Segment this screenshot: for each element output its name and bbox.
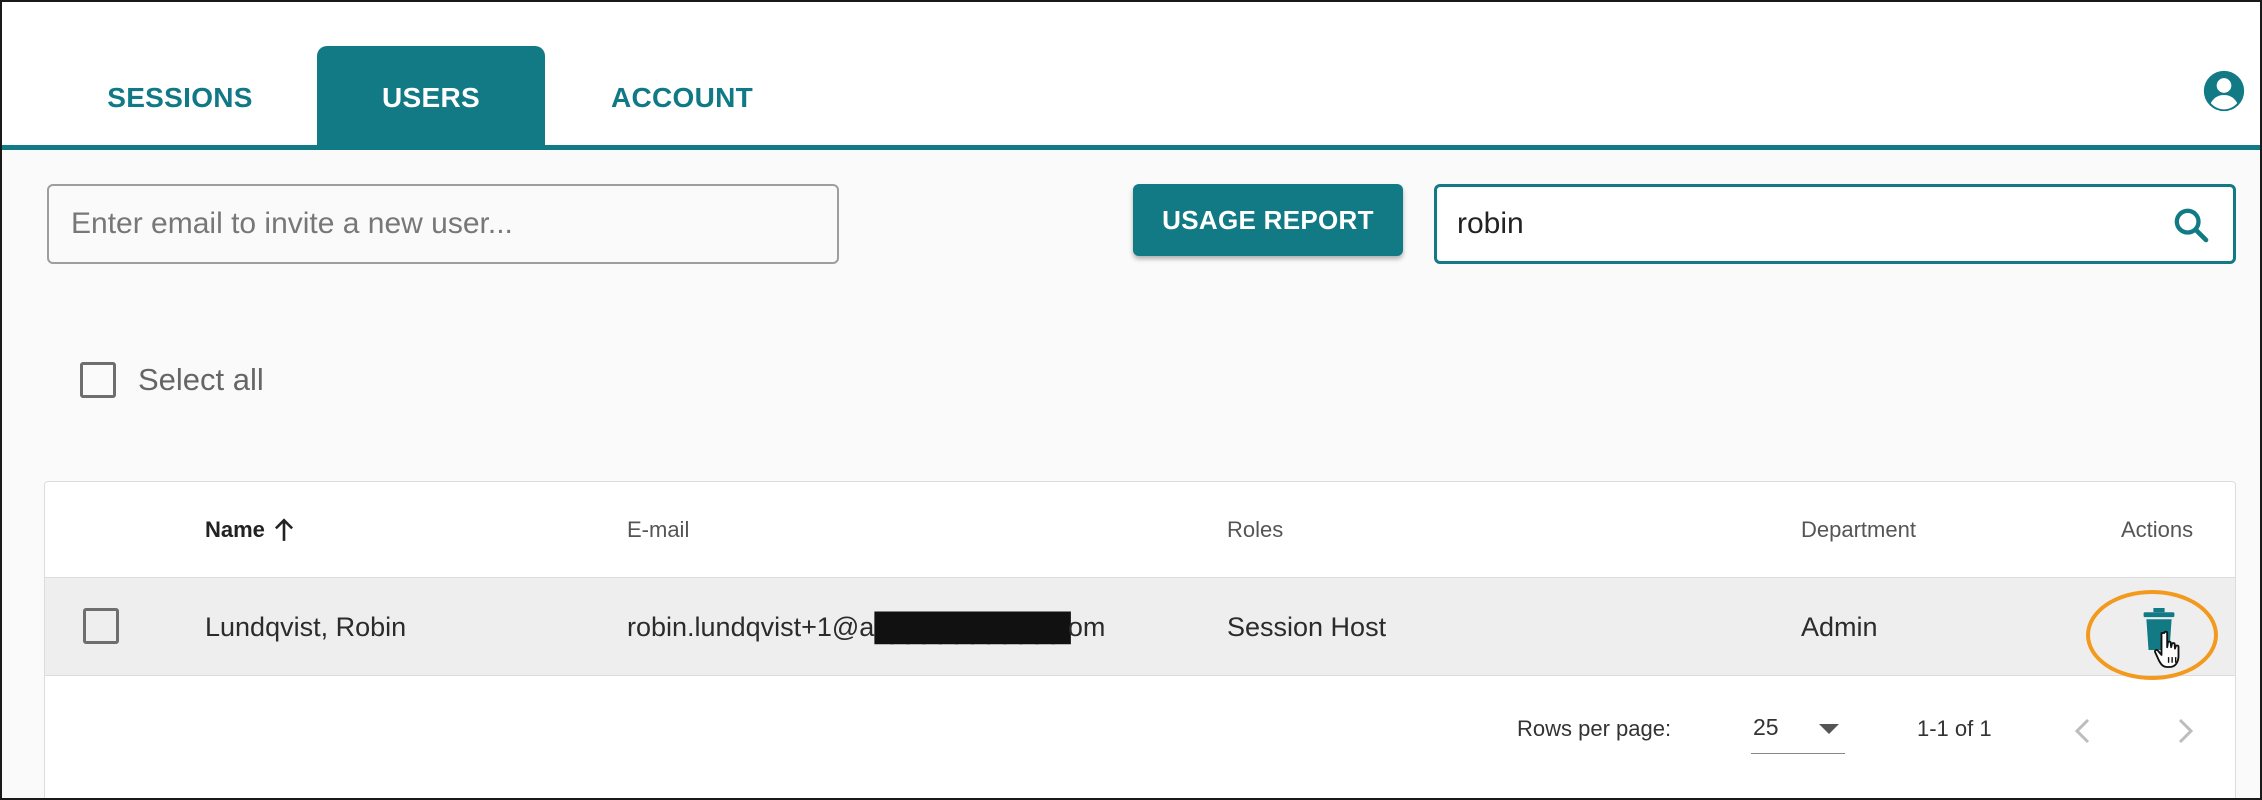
chevron-right-icon[interactable] [2173,714,2197,748]
column-header-name[interactable]: Name [205,510,297,550]
table-pagination: Rows per page: 25 1-1 of 1 [45,676,2235,796]
page-range: 1-1 of 1 [1917,716,1992,741]
hand-cursor-icon [2154,630,2180,668]
table-row: Lundqvist, Robin robin.lundqvist+1@a ████… [45,578,2235,680]
cell-department: Admin [1801,611,1878,642]
search-input[interactable] [1457,187,2157,261]
cell-roles: Session Host [1227,611,1387,642]
email-suffix: om [1067,611,1106,642]
tab-users[interactable]: USERS [317,46,545,150]
column-header-actions: Actions [2121,517,2194,542]
app-window: SESSIONS USERS ACCOUNT USAGE REPORT Sele… [0,0,2262,800]
select-all-label: Select all [138,362,264,397]
search-icon[interactable] [2171,205,2211,245]
column-header-roles: Roles [1227,517,1284,542]
chevron-left-icon[interactable] [2071,714,2095,748]
usage-report-button[interactable]: USAGE REPORT [1133,184,1403,256]
rows-per-page-value: 25 [1753,714,1779,740]
search-field [1434,184,2236,264]
cell-email: robin.lundqvist+1@a ████████████ om [627,578,1105,676]
dropdown-arrow-icon [1819,724,1839,734]
users-table: Name E-mail Roles Department Actions Lun… [44,481,2236,798]
account-circle-icon[interactable] [2202,69,2246,113]
select-all-checkbox[interactable] [80,362,116,398]
email-prefix: robin.lundqvist+1@a [627,611,875,642]
invite-email-input[interactable] [47,184,839,264]
column-header-email: E-mail [627,517,690,542]
tab-account[interactable]: ACCOUNT [562,46,802,150]
column-header-department: Department [1801,517,1916,542]
row-checkbox[interactable] [83,608,119,644]
rows-per-page-select[interactable]: 25 [1751,710,1845,754]
rows-per-page-label: Rows per page: [1517,716,1672,741]
column-header-name-label: Name [205,517,265,542]
sort-arrow-up-icon [274,518,293,541]
top-nav: SESSIONS USERS ACCOUNT [2,2,2260,150]
tab-sessions[interactable]: SESSIONS [62,46,298,150]
cell-name: Lundqvist, Robin [205,611,407,642]
select-all[interactable]: Select all [80,360,264,400]
email-redacted: ████████████ [874,611,1071,642]
